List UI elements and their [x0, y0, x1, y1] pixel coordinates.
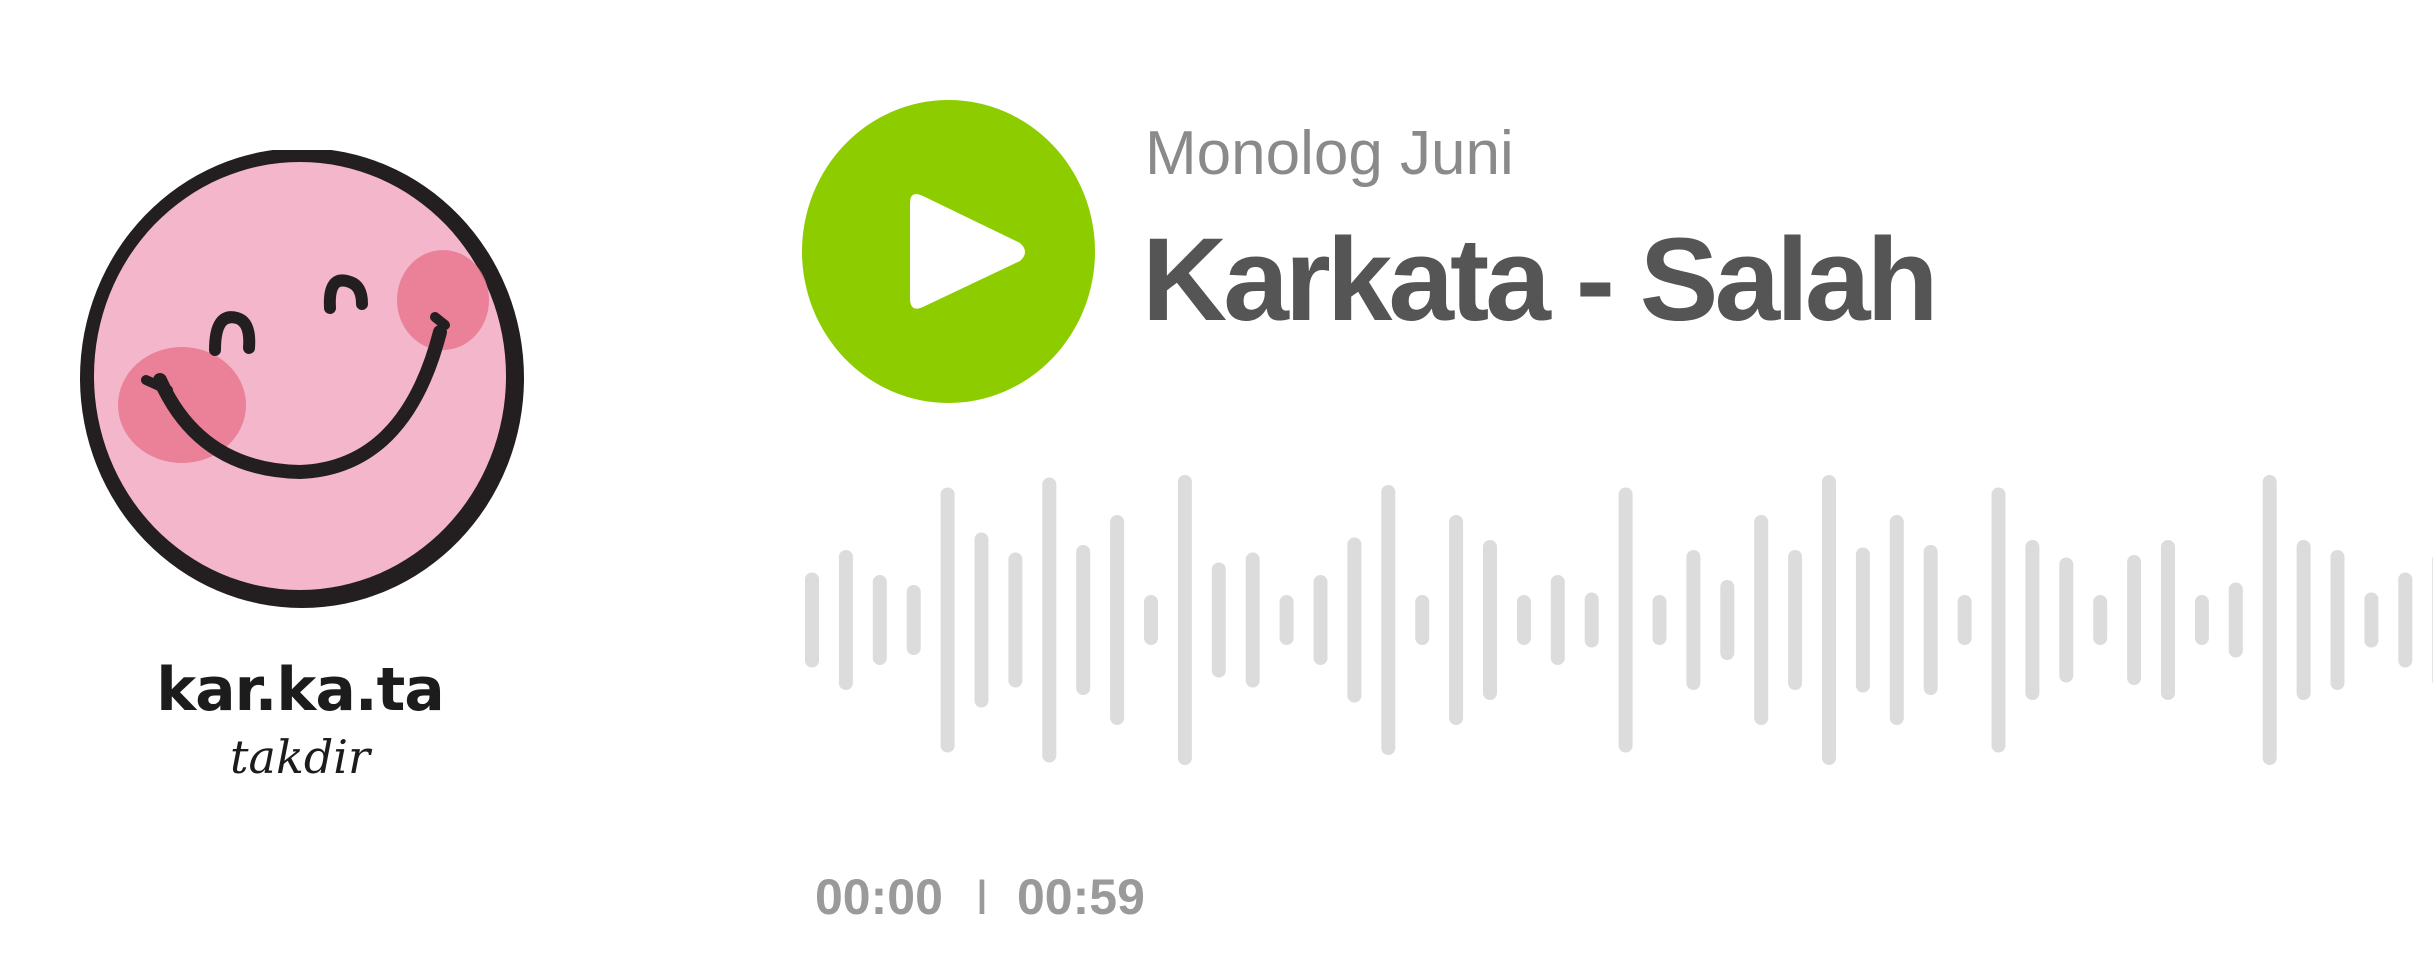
- waveform-bar: [1279, 595, 1294, 645]
- waveform-bar: [1177, 475, 1192, 765]
- waveform-bar: [1042, 477, 1057, 763]
- waveform-bar: [1720, 580, 1735, 660]
- waveform-bar: [1313, 575, 1328, 665]
- waveform-bar: [2398, 572, 2413, 668]
- waveform-bar: [1144, 595, 1158, 645]
- waveform-bar: [1076, 545, 1091, 695]
- waveform-bar: [2059, 557, 2074, 683]
- waveform-bar: [838, 550, 853, 690]
- waveform-bar: [906, 585, 921, 655]
- waveform-bar: [1483, 540, 1497, 700]
- time-separator: I: [975, 869, 989, 925]
- waveform-bar: [2161, 540, 2175, 700]
- waveform-bar: [1347, 537, 1362, 703]
- waveform-bar: [2330, 550, 2345, 690]
- waveform-bar: [2262, 475, 2277, 765]
- current-time: 00:00: [815, 869, 943, 925]
- waveform-bar: [1652, 595, 1667, 645]
- waveform-bar: [1957, 595, 1972, 645]
- waveform-bar: [1754, 515, 1769, 725]
- waveform-bar: [940, 487, 955, 753]
- audio-player: kar.ka.ta takdir Monolog Juni Karkata - …: [0, 0, 2433, 967]
- waveform-bar: [872, 575, 887, 665]
- album-name: Monolog Juni: [1145, 119, 1514, 188]
- waveform-bar: [1516, 595, 1531, 645]
- waveform-bar: [1991, 487, 2006, 753]
- brand-tagline: takdir: [230, 730, 370, 784]
- waveform-bar: [1110, 515, 1125, 725]
- album-artwork: kar.ka.ta takdir: [50, 150, 550, 800]
- waveform-bar: [1550, 575, 1565, 665]
- waveform-bar: [1449, 515, 1464, 725]
- waveform-bar: [805, 572, 819, 668]
- waveform-bar: [2364, 592, 2379, 648]
- waveform-bar: [1584, 592, 1599, 648]
- brand-name: kar.ka.ta: [156, 655, 445, 725]
- waveform-bar: [2228, 582, 2243, 658]
- play-button[interactable]: [802, 100, 1095, 403]
- play-icon: [910, 194, 1025, 309]
- waveform-bar: [1788, 550, 1803, 690]
- waveform-bar: [1245, 552, 1260, 688]
- waveform-bar: [974, 532, 989, 708]
- waveform-bar: [1889, 515, 1904, 725]
- smiley-face-logo: [80, 150, 524, 608]
- waveform-bar: [1211, 562, 1226, 678]
- waveform-bar: [1686, 550, 1701, 690]
- waveform[interactable]: [790, 455, 2433, 785]
- waveform-bar: [2093, 595, 2108, 645]
- waveform-bar: [2025, 540, 2040, 700]
- waveform-bar: [1415, 595, 1430, 645]
- waveform-bar: [1618, 487, 1633, 753]
- waveform-bar: [1855, 547, 1870, 693]
- waveform-bar: [2296, 540, 2311, 700]
- track-title: Karkata - Salah: [1142, 214, 1939, 346]
- waveform-bar: [2194, 595, 2209, 645]
- waveform-bar: [2127, 555, 2142, 685]
- waveform-bar: [1381, 485, 1396, 755]
- duration: 00:59: [1017, 869, 1145, 925]
- waveform-bar: [1822, 475, 1836, 765]
- waveform-bar: [1923, 545, 1938, 695]
- waveform-bar: [1008, 552, 1023, 688]
